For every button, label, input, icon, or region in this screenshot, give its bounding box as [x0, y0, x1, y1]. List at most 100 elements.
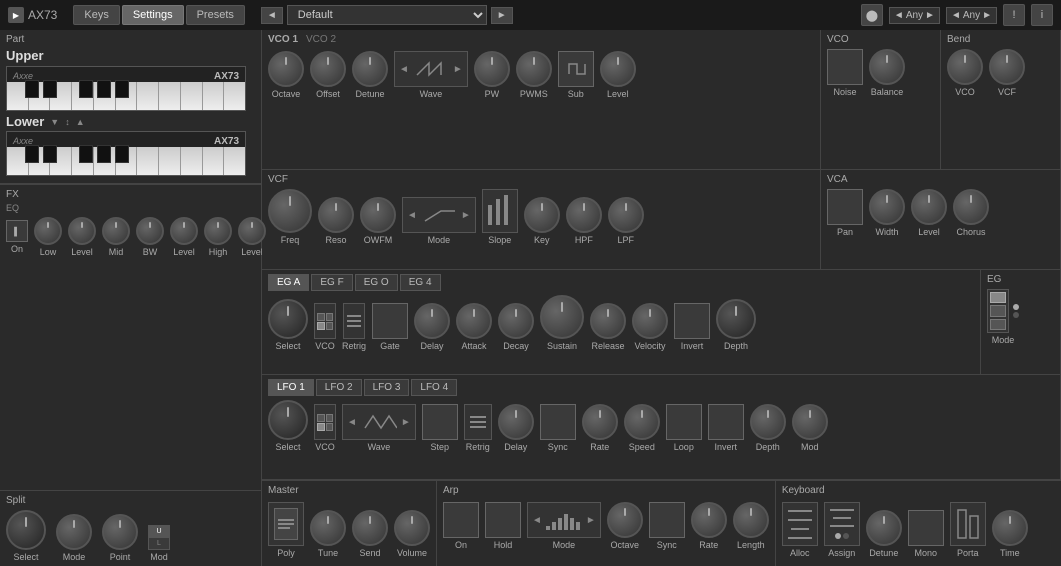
vco1-sub-btn[interactable] [558, 51, 594, 87]
eg-velocity-knob[interactable] [632, 303, 668, 339]
lower-arrow-updown[interactable]: ↕ [65, 117, 70, 127]
fx-bw-knob[interactable] [136, 217, 164, 245]
eg-mode-steps[interactable] [987, 289, 1009, 333]
vco1-wave-left[interactable]: ◄ [399, 64, 409, 75]
tab-presets[interactable]: Presets [186, 5, 245, 25]
arp-on-btn[interactable] [443, 502, 479, 538]
lfo-wave-left[interactable]: ◄ [347, 417, 357, 428]
eg-decay-knob[interactable] [498, 303, 534, 339]
lfo-wave-selector[interactable]: ◄ ► [342, 404, 416, 440]
vco1-wave-right[interactable]: ► [453, 64, 463, 75]
lfo-depth-knob[interactable] [750, 404, 786, 440]
fx-high-knob[interactable] [204, 217, 232, 245]
bend-vco-knob[interactable] [947, 49, 983, 85]
vco1-pw-knob[interactable] [474, 51, 510, 87]
eg-gate-btn[interactable] [372, 303, 408, 339]
lfo-tab-2[interactable]: LFO 2 [316, 379, 362, 396]
fx-level3-knob[interactable] [238, 217, 266, 245]
split-mod-u[interactable]: U [149, 526, 169, 538]
arp-sync-btn[interactable] [649, 502, 685, 538]
info-icon[interactable]: i [1031, 4, 1053, 26]
bend-vcf-knob[interactable] [989, 49, 1025, 85]
lfo-tab-1[interactable]: LFO 1 [268, 379, 314, 396]
fx-on-btn[interactable]: ▌ [6, 220, 28, 242]
fx-level1-knob[interactable] [68, 217, 96, 245]
eg-tab-4[interactable]: EG 4 [400, 274, 441, 291]
lower-arrow-down[interactable]: ▼ [50, 117, 59, 127]
vco1-wave-selector[interactable]: ◄ ► [394, 51, 468, 87]
vcf-owfm-knob[interactable] [360, 197, 396, 233]
keyboard-alloc-display[interactable] [782, 502, 818, 546]
lfo-tab-3[interactable]: LFO 3 [364, 379, 410, 396]
keyboard-assign-display[interactable] [824, 502, 860, 546]
vco1-octave-knob[interactable] [268, 51, 304, 87]
lfo-select-knob[interactable] [268, 400, 308, 440]
preset-nav-left[interactable]: ◄ [261, 7, 283, 24]
arp-mode-right[interactable]: ► [586, 515, 596, 526]
eg-tab-a[interactable]: EG A [268, 274, 309, 291]
eg-tab-f[interactable]: EG F [311, 274, 352, 291]
preset-nav-right[interactable]: ► [491, 7, 513, 24]
vcf-reso-knob[interactable] [318, 197, 354, 233]
tab-settings[interactable]: Settings [122, 5, 184, 25]
vcf-mode-selector[interactable]: ◄ ► [402, 197, 476, 233]
eg-release-knob[interactable] [590, 303, 626, 339]
eg-retrig-display[interactable] [343, 303, 365, 339]
vcf-slope-display[interactable] [482, 189, 518, 233]
arp-rate-knob[interactable] [691, 502, 727, 538]
lfo-loop-btn[interactable] [666, 404, 702, 440]
split-select-knob[interactable] [6, 510, 46, 550]
vcf-freq-knob[interactable] [268, 189, 312, 233]
eg-vco-steps[interactable] [314, 303, 336, 339]
vca-pan-btn[interactable] [827, 189, 863, 225]
vco-noise-btn[interactable] [827, 49, 863, 85]
vco1-level-knob[interactable] [600, 51, 636, 87]
lfo-speed-knob[interactable] [624, 404, 660, 440]
vca-level-knob[interactable] [911, 189, 947, 225]
lfo-mod-knob[interactable] [792, 404, 828, 440]
vcf-mode-right[interactable]: ► [461, 210, 471, 221]
arp-mode-left[interactable]: ◄ [532, 515, 542, 526]
midi-icon[interactable]: ⬤ [861, 4, 883, 26]
any-left-arrow-2[interactable]: ◄ [951, 10, 961, 21]
any-left-arrow-1[interactable]: ◄ [894, 10, 904, 21]
split-mode-knob[interactable] [56, 514, 92, 550]
lfo-sync-btn[interactable] [540, 404, 576, 440]
preset-select[interactable]: Default [287, 5, 487, 25]
vcf-key-knob[interactable] [524, 197, 560, 233]
fx-mid-knob[interactable] [102, 217, 130, 245]
lower-arrow-up[interactable]: ▲ [76, 117, 85, 127]
master-volume-knob[interactable] [394, 510, 430, 546]
fx-low-knob[interactable] [34, 217, 62, 245]
vcf-mode-left[interactable]: ◄ [407, 210, 417, 221]
vca-chorus-knob[interactable] [953, 189, 989, 225]
any-right-arrow-2[interactable]: ► [982, 10, 992, 21]
keyboard-detune-knob[interactable] [866, 510, 902, 546]
master-poly-display[interactable] [268, 502, 304, 546]
arp-hold-btn[interactable] [485, 502, 521, 538]
eg-tab-o[interactable]: EG O [355, 274, 398, 291]
split-mod-toggle[interactable]: U L [148, 525, 170, 550]
fx-level2-knob[interactable] [170, 217, 198, 245]
lfo-tab-4[interactable]: LFO 4 [411, 379, 457, 396]
lfo-wave-right[interactable]: ► [401, 417, 411, 428]
any-right-arrow-1[interactable]: ► [925, 10, 935, 21]
arp-length-knob[interactable] [733, 502, 769, 538]
master-send-knob[interactable] [352, 510, 388, 546]
lfo-delay-knob[interactable] [498, 404, 534, 440]
master-tune-knob[interactable] [310, 510, 346, 546]
vcf-lpf-knob[interactable] [608, 197, 644, 233]
keyboard-mono-btn[interactable] [908, 510, 944, 546]
lfo-rate-knob[interactable] [582, 404, 618, 440]
lfo-vco-steps[interactable] [314, 404, 336, 440]
exclamation-icon[interactable]: ! [1003, 4, 1025, 26]
split-mod-l[interactable]: L [149, 538, 169, 549]
eg-delay-knob[interactable] [414, 303, 450, 339]
keyboard-porta-display[interactable] [950, 502, 986, 546]
arp-octave-knob[interactable] [607, 502, 643, 538]
tab-keys[interactable]: Keys [73, 5, 119, 25]
lfo-invert-btn[interactable] [708, 404, 744, 440]
eg-invert-btn[interactable] [674, 303, 710, 339]
eg-select-knob[interactable] [268, 299, 308, 339]
vco1-detune-knob[interactable] [352, 51, 388, 87]
